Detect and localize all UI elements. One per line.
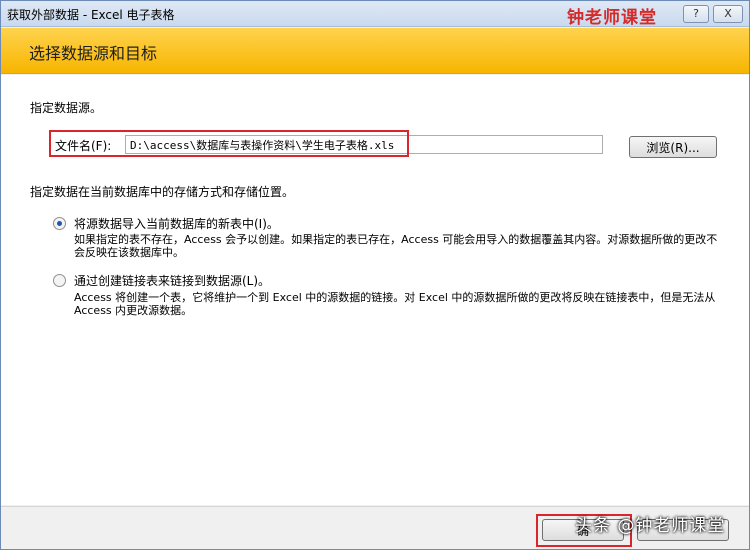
browse-button[interactable]: 浏览(R)... bbox=[629, 136, 717, 158]
import-radio[interactable] bbox=[53, 217, 66, 230]
source-label: 指定数据源。 bbox=[30, 101, 103, 115]
dialog-content: 指定数据源。 文件名(F): 浏览(R)... 指定数据在当前数据库中的存储方式… bbox=[1, 75, 749, 505]
title-bar[interactable]: 获取外部数据 - Excel 电子表格 钟老师课堂 ? X bbox=[1, 1, 749, 28]
import-dialog: 获取外部数据 - Excel 电子表格 钟老师课堂 ? X 选择数据源和目标 指… bbox=[0, 0, 750, 550]
link-option-description: Access 将创建一个表，它将维护一个到 Excel 中的源数据的链接。对 E… bbox=[74, 291, 716, 317]
storage-label: 指定数据在当前数据库中的存储方式和存储位置。 bbox=[30, 185, 295, 199]
file-name-input[interactable] bbox=[125, 135, 603, 154]
watermark-top: 钟老师课堂 bbox=[567, 8, 657, 28]
header-banner: 选择数据源和目标 bbox=[1, 28, 749, 74]
link-radio[interactable] bbox=[53, 274, 66, 287]
window-title: 获取外部数据 - Excel 电子表格 bbox=[7, 8, 175, 22]
file-name-label: 文件名(F): bbox=[55, 139, 112, 153]
banner-title: 选择数据源和目标 bbox=[29, 44, 158, 63]
import-option-label[interactable]: 将源数据导入当前数据库的新表中(I)。 bbox=[74, 215, 279, 232]
import-option-description: 如果指定的表不存在，Access 会予以创建。如果指定的表已存在，Access … bbox=[74, 233, 718, 259]
help-button[interactable]: ? bbox=[683, 5, 709, 23]
watermark-bottom: 头条 @钟老师课堂 bbox=[575, 516, 726, 536]
close-button[interactable]: X bbox=[713, 5, 743, 23]
link-option-label[interactable]: 通过创建链接表来链接到数据源(L)。 bbox=[74, 272, 270, 289]
